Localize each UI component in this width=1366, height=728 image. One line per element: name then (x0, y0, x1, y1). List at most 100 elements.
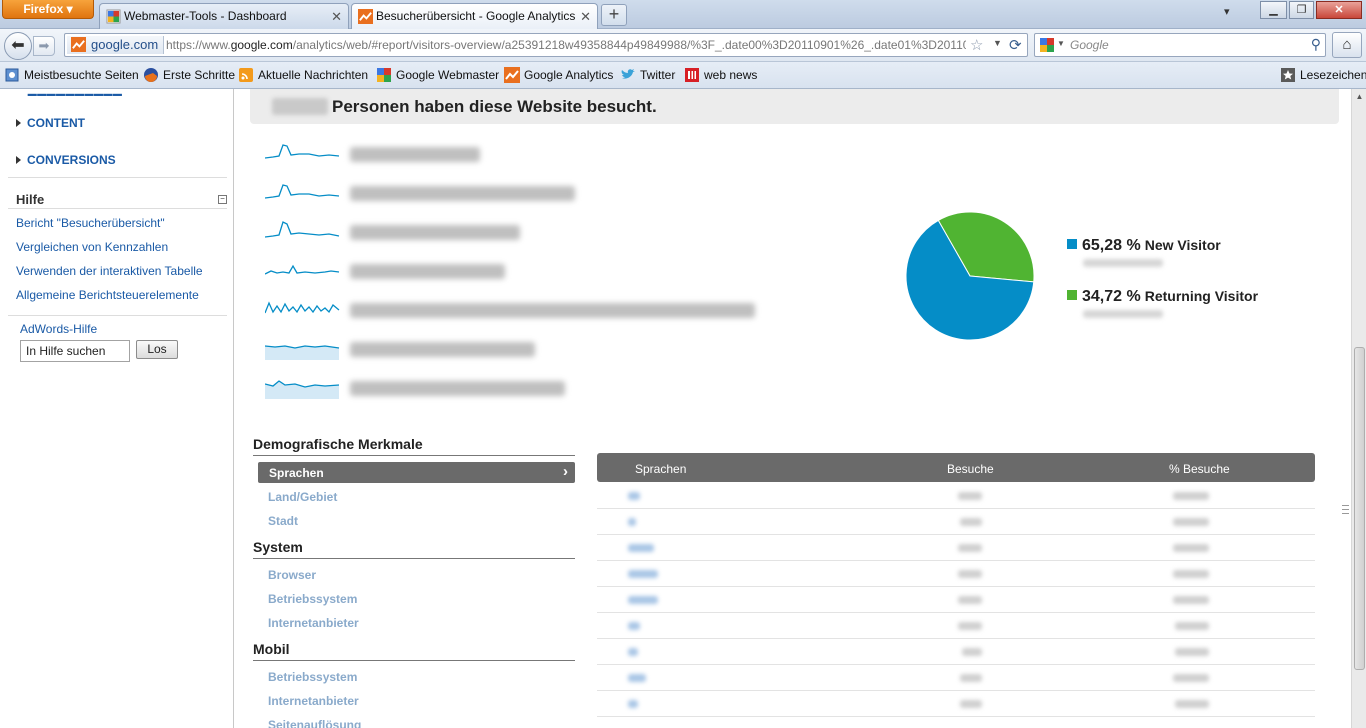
help-search-button[interactable]: Los (136, 340, 178, 359)
section-mobile: Mobil (253, 641, 575, 661)
help-link-report-controls[interactable]: Allgemeine Berichtsteuerelemente (16, 288, 199, 302)
google-icon[interactable] (1039, 37, 1055, 53)
back-arrow-icon[interactable]: ⬅ (4, 32, 32, 60)
help-link-interactive-table[interactable]: Verwenden der interaktiven Tabelle (16, 264, 203, 278)
dimension-item-resolution[interactable]: Seitenauflösung (268, 718, 361, 728)
column-header-languages[interactable]: Sprachen (635, 462, 686, 476)
search-input[interactable]: Google (1070, 38, 1109, 52)
visits-cell-redacted (958, 492, 982, 500)
url-bar[interactable]: google.com https://www.google.com/analyt… (64, 33, 1028, 57)
language-cell-redacted[interactable] (628, 648, 638, 656)
scrollbar-thumb[interactable] (1354, 347, 1365, 670)
page-scrollbar[interactable]: ▲ (1351, 89, 1366, 728)
divider (8, 177, 227, 178)
visits-cell-redacted (960, 518, 982, 526)
help-link-visitor-overview[interactable]: Bericht "Besucherübersicht" (16, 216, 165, 230)
sparkline (265, 264, 340, 275)
dimension-item-browser[interactable]: Browser (268, 568, 316, 582)
row-divider (597, 508, 1315, 509)
legend-new-visitor[interactable]: 65,28 % New Visitor (1067, 237, 1221, 267)
restore-icon[interactable]: ❐ (1289, 1, 1314, 19)
sidebar-item-conversions[interactable]: CONVERSIONS (16, 153, 116, 167)
legend-swatch (1067, 290, 1077, 300)
search-icon[interactable]: ⚲ (1311, 36, 1321, 53)
close-tab-icon[interactable]: ✕ (580, 9, 591, 25)
row-divider (597, 534, 1315, 535)
legend-returning-visitor[interactable]: 34,72 % Returning Visitor (1067, 288, 1258, 318)
visits-cell-redacted (960, 674, 982, 682)
bookmark-news[interactable]: Aktuelle Nachrichten (238, 68, 368, 82)
dimension-item-isp[interactable]: Internetanbieter (268, 616, 359, 630)
search-engine-dropdown-icon[interactable]: ▼ (1057, 39, 1065, 48)
report-content: Personen haben diese Website besucht. 65… (235, 89, 1351, 728)
site-identity-button[interactable]: google.com (67, 36, 165, 54)
visits-cell-redacted (958, 544, 982, 552)
bookmark-google-webmaster[interactable]: Google Webmaster (376, 68, 499, 82)
bookmark-web-news[interactable]: web news (684, 68, 757, 82)
bookmark-star-icon[interactable]: ☆ (970, 36, 983, 54)
language-cell-redacted[interactable] (628, 518, 636, 526)
column-header-visit-percent[interactable]: % Besuche (1169, 462, 1230, 476)
help-link-compare-metrics[interactable]: Vergleichen von Kennzahlen (16, 240, 168, 254)
search-bar[interactable]: ▼ Google ⚲ (1034, 33, 1326, 57)
window-close-icon[interactable]: ✕ (1316, 1, 1362, 19)
google-icon (377, 68, 391, 82)
sparkline (265, 345, 340, 360)
home-icon[interactable]: ⌂ (1332, 32, 1362, 58)
pie-slices (905, 211, 1035, 341)
row-divider (597, 586, 1315, 587)
firefox-menu-button[interactable]: Firefox ▾ (2, 0, 94, 19)
minimize-icon[interactable]: ▁ (1260, 1, 1287, 19)
dimension-item-languages[interactable]: Sprachen › (258, 462, 575, 483)
sidebar-cut-off-item: ▁▁▁▁▁▁▁▁▁▁ (28, 84, 123, 96)
url-text[interactable]: https://www.google.com/analytics/web/#re… (166, 38, 966, 52)
bookmark-first-steps[interactable]: Erste Schritte (143, 68, 235, 82)
adwords-help-link[interactable]: AdWords-Hilfe (20, 322, 97, 336)
language-cell-redacted[interactable] (628, 596, 658, 604)
language-cell-redacted[interactable] (628, 622, 640, 630)
close-tab-icon[interactable]: ✕ (331, 9, 342, 25)
percent-cell-redacted (1175, 622, 1209, 630)
language-cell-redacted[interactable] (628, 492, 640, 500)
language-cell-redacted[interactable] (628, 544, 654, 552)
url-history-dropdown-icon[interactable]: ▼ (993, 38, 1002, 48)
overview-title-band: Personen haben diese Website besucht. (250, 89, 1339, 124)
bookmarks-star-icon (1281, 68, 1295, 82)
tab-title: Besucherübersicht - Google Analytics (376, 9, 576, 23)
dimension-item-city[interactable]: Stadt (268, 514, 298, 528)
metric-value-redacted (350, 225, 520, 240)
language-cell-redacted[interactable] (628, 700, 638, 708)
metric-value-redacted (350, 147, 480, 162)
percent-cell-redacted (1173, 518, 1209, 526)
scroll-up-arrow-icon[interactable]: ▲ (1352, 89, 1366, 104)
twitter-icon (621, 69, 635, 79)
language-cell-redacted[interactable] (628, 570, 658, 578)
help-search-input[interactable]: In Hilfe suchen (20, 340, 130, 362)
legend-percent: 34,72 % (1082, 288, 1141, 305)
forward-arrow-icon[interactable]: ➡ (33, 36, 55, 56)
bookmark-twitter[interactable]: Twitter (620, 68, 675, 82)
dimension-item-mobile-os[interactable]: Betriebssystem (268, 670, 357, 684)
new-tab-button[interactable]: + (601, 4, 627, 26)
navigation-toolbar: ⬅ ➡ google.com https://www.google.com/an… (0, 29, 1366, 62)
overview-title: Personen haben diese Website besucht. (332, 97, 657, 116)
bookmark-google-analytics[interactable]: Google Analytics (504, 67, 613, 83)
bookmark-most-visited[interactable]: Meistbesuchte Seiten (4, 68, 139, 82)
firefox-icon (144, 68, 158, 82)
dimension-item-os[interactable]: Betriebssystem (268, 592, 357, 606)
column-header-visits[interactable]: Besuche (947, 462, 994, 476)
sidebar-item-content[interactable]: CONTENT (16, 116, 85, 130)
dimension-item-country[interactable]: Land/Gebiet (268, 490, 337, 504)
section-demographics: Demografische Merkmale (253, 436, 575, 456)
tab-webmaster-tools[interactable]: Webmaster-Tools - Dashboard ✕ (99, 3, 349, 29)
collapse-icon[interactable]: − (218, 195, 227, 204)
metric-value-redacted (350, 342, 535, 357)
bookmarks-menu[interactable]: Lesezeichen (1280, 68, 1366, 82)
metric-value-redacted (350, 186, 575, 201)
analytics-icon (504, 67, 520, 83)
list-tabs-icon[interactable]: ▾ (1224, 5, 1230, 18)
language-cell-redacted[interactable] (628, 674, 646, 682)
dimension-item-mobile-isp[interactable]: Internetanbieter (268, 694, 359, 708)
reload-icon[interactable]: ⟳ (1009, 36, 1022, 54)
tab-analytics[interactable]: Besucherübersicht - Google Analytics ✕ (351, 3, 598, 30)
